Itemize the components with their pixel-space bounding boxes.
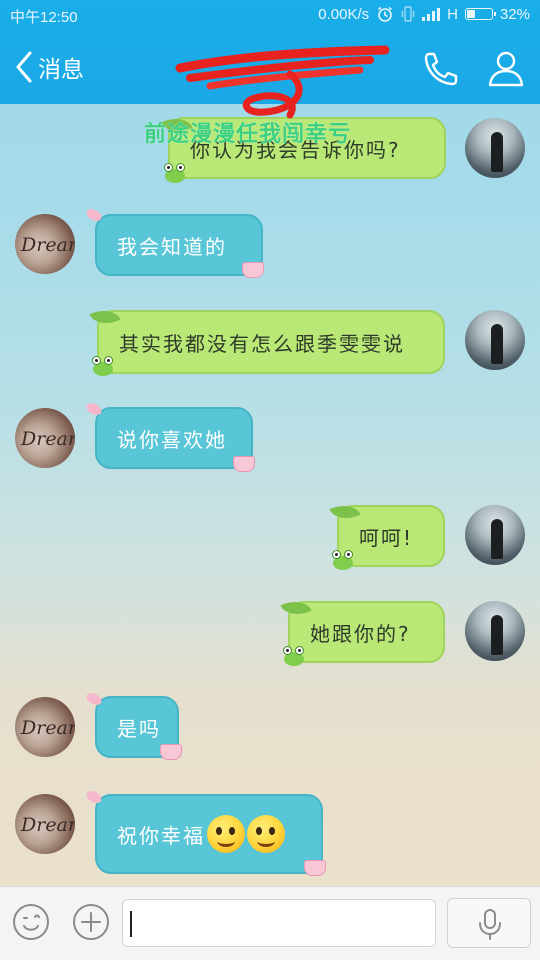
back-label: 消息 xyxy=(38,57,84,83)
network-type: H xyxy=(447,5,458,23)
contact-avatar[interactable]: Dream xyxy=(15,697,75,757)
vibrate-icon xyxy=(401,6,415,22)
smile-emoji-icon xyxy=(207,815,245,853)
thinking-emoji-icon xyxy=(247,815,285,853)
network-speed: 0.00K/s xyxy=(318,5,370,23)
frog-decoration-icon xyxy=(332,550,354,570)
avatar-text: Dream xyxy=(21,234,75,256)
cup-decoration-icon xyxy=(233,456,255,472)
message-text: 其实我都没有怎么跟季雯雯说 xyxy=(119,331,405,356)
battery-percent: 32% xyxy=(499,5,530,23)
back-button[interactable]: 消息 xyxy=(14,50,84,84)
microphone-icon xyxy=(479,909,501,940)
plus-icon[interactable] xyxy=(72,903,110,941)
input-bar xyxy=(0,886,540,960)
chevron-left-icon xyxy=(16,51,32,83)
chat-screen: 中午12:50 0.00K/s H 32% 消息 前途漫漫任我闯幸亏 你认为我会… xyxy=(0,0,540,960)
cup-decoration-icon xyxy=(242,262,264,278)
frog-decoration-icon xyxy=(92,356,114,376)
their-message-bubble[interactable]: 我会知道的 xyxy=(95,214,263,276)
alarm-icon xyxy=(378,6,393,22)
their-message-bubble[interactable]: 祝你幸福 xyxy=(95,794,323,874)
avatar-text: Dream xyxy=(21,814,75,836)
my-avatar[interactable] xyxy=(465,310,525,370)
avatar-text: Dream xyxy=(21,717,75,739)
message-input[interactable] xyxy=(122,899,436,947)
smiley-icon[interactable] xyxy=(12,903,50,941)
my-avatar[interactable] xyxy=(465,601,525,661)
message-text: 是吗 xyxy=(117,716,161,741)
contact-avatar[interactable]: Dream xyxy=(15,214,75,274)
status-bar: 中午12:50 0.00K/s H 32% xyxy=(0,0,540,32)
frog-decoration-icon xyxy=(164,163,186,183)
signal-icon xyxy=(422,7,441,21)
message-text: 她跟你的? xyxy=(310,621,411,646)
battery-level xyxy=(466,10,476,18)
cup-decoration-icon xyxy=(160,744,182,760)
status-time: 中午12:50 xyxy=(10,9,78,26)
contact-avatar[interactable]: Dream xyxy=(15,408,75,468)
message-text: 呵呵! xyxy=(359,525,414,550)
person-icon[interactable] xyxy=(486,48,526,88)
voice-button[interactable] xyxy=(447,898,531,948)
frog-decoration-icon xyxy=(283,646,305,666)
my-avatar[interactable] xyxy=(465,118,525,178)
message-text: 说你喜欢她 xyxy=(117,427,227,452)
contact-avatar[interactable]: Dream xyxy=(15,794,75,854)
status-indicators: 0.00K/s H 32% xyxy=(318,5,530,23)
phone-icon[interactable] xyxy=(420,50,460,86)
overlay-caption: 前途漫漫任我闯幸亏 xyxy=(144,122,352,147)
my-message-bubble[interactable]: 其实我都没有怎么跟季雯雯说 xyxy=(97,310,445,374)
avatar-text: Dream xyxy=(21,428,75,450)
message-text: 我会知道的 xyxy=(117,234,227,259)
text-caret xyxy=(130,911,132,937)
cup-decoration-icon xyxy=(304,860,326,876)
my-avatar[interactable] xyxy=(465,505,525,565)
battery-icon xyxy=(464,8,496,20)
message-text: 祝你幸福 xyxy=(117,823,205,848)
their-message-bubble[interactable]: 说你喜欢她 xyxy=(95,407,253,469)
